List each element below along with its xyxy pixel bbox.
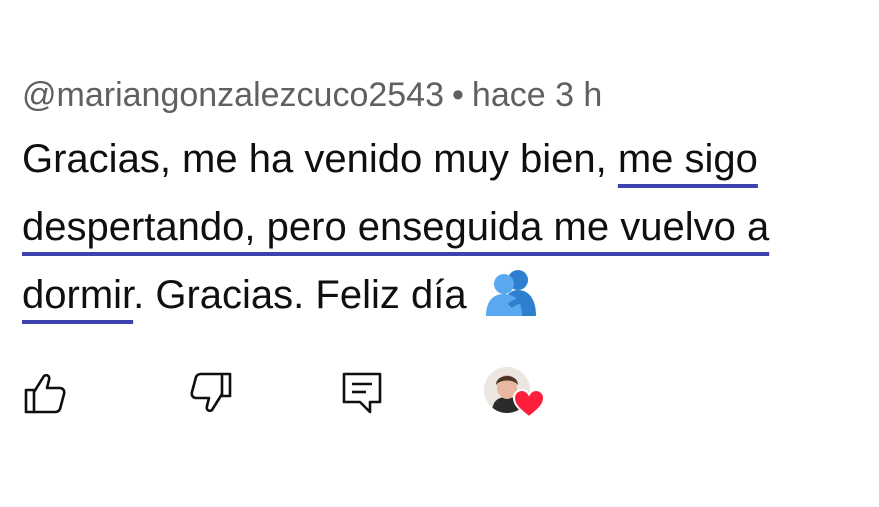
thumbs-down-icon: [190, 372, 232, 413]
people-hugging-emoji: [484, 266, 538, 316]
comment-time[interactable]: hace 3 h: [472, 76, 602, 114]
meta-separator: •: [452, 76, 464, 114]
dislike-button[interactable]: [188, 370, 234, 416]
comment-text-part1: Gracias, me ha venido muy bien,: [22, 137, 618, 181]
creator-heart-avatar[interactable]: [484, 367, 548, 423]
like-button[interactable]: [22, 370, 68, 416]
comment-text-part2: . Gracias. Feliz día: [133, 273, 467, 317]
comment-reply-icon: [342, 372, 382, 414]
comment: @mariangonzalezcuco2543 • hace 3 h Gracias…: [22, 70, 872, 329]
heart-icon: [512, 388, 546, 419]
reply-button[interactable]: [340, 370, 386, 416]
comment-text: Gracias, me ha venido muy bien, me sigo …: [22, 125, 872, 329]
comment-header: @mariangonzalezcuco2543 • hace 3 h: [22, 70, 872, 120]
thumbs-up-icon: [24, 373, 66, 414]
author-handle[interactable]: @mariangonzalezcuco2543: [22, 76, 444, 114]
